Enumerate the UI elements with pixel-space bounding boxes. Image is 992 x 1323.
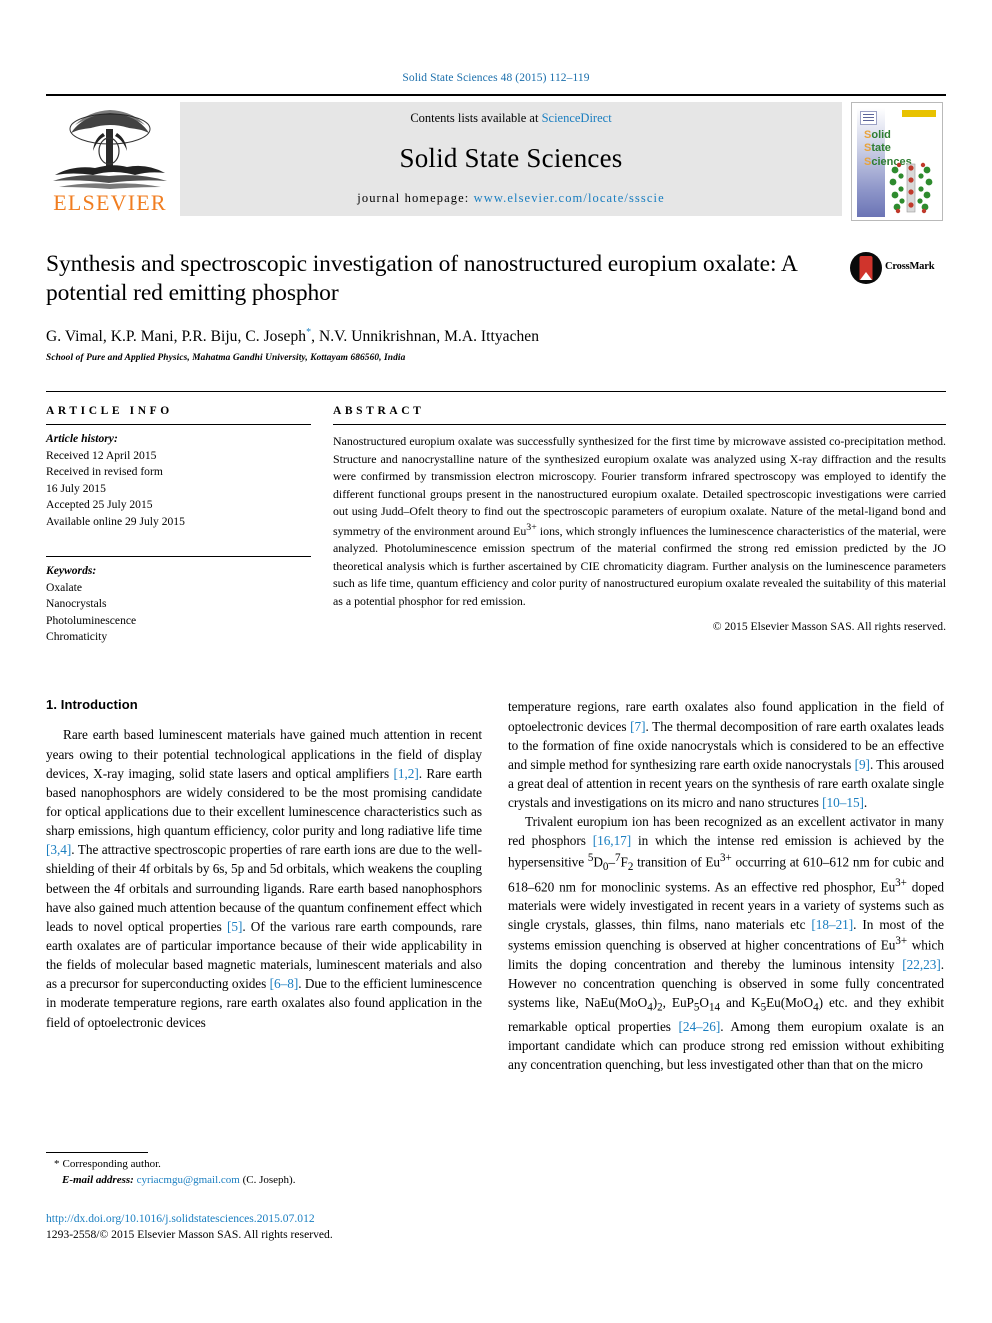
footnote-star: * <box>54 1158 60 1170</box>
citation-ref[interactable]: [3,4] <box>46 842 71 857</box>
intro-paragraph-right-2: Trivalent europium ion has been recogniz… <box>508 812 944 1074</box>
keywords-list: Keywords: Oxalate Nanocrystals Photolumi… <box>46 557 311 645</box>
body-column-right: . Due to the efficient luminescence in m… <box>508 697 944 1074</box>
email-label: E-mail address: <box>62 1173 134 1186</box>
article-history: Article history: Received 12 April 2015 … <box>46 425 311 530</box>
crossmark-label: CrossMark <box>885 261 935 272</box>
cover-title-line-2: State <box>864 142 891 155</box>
affiliation: School of Pure and Applied Physics, Maha… <box>46 353 406 364</box>
email-link[interactable]: cyriacmgu@gmail.com <box>137 1174 240 1186</box>
citation-ref[interactable]: [6–8] <box>270 976 299 991</box>
abstract-column: ABSTRACT Nanostructured europium oxalate… <box>333 392 946 645</box>
abstract-text: Nanostructured europium oxalate was succ… <box>333 425 946 610</box>
transition-d: D <box>593 854 603 869</box>
journal-cover-image: Solid State Sciences <box>851 102 943 221</box>
info-abstract-block: ARTICLE INFO Article history: Received 1… <box>46 391 946 645</box>
article-history-label: Article history: <box>46 432 118 446</box>
body-column-left: 1. Introduction Rare earth based lumines… <box>46 697 482 1074</box>
cover-yellow-tag <box>902 110 936 117</box>
elsevier-logo: ELSEVIER <box>46 102 174 216</box>
history-item: Received 12 April 2015 <box>46 448 157 462</box>
corresponding-author-label: Corresponding author. <box>62 1158 161 1170</box>
citation-ref[interactable]: [18–21] <box>811 917 853 932</box>
journal-title: Solid State Sciences <box>399 143 623 173</box>
intro-right-f: transition of Eu <box>633 854 721 869</box>
page-title: Synthesis and spectroscopic investigatio… <box>46 251 797 306</box>
author-list: G. Vimal, K.P. Mani, P.R. Biju, C. Josep… <box>46 327 838 346</box>
intro-right-c: . <box>863 795 868 811</box>
crossmark-icon <box>850 252 882 284</box>
keyword-item: Photoluminescence <box>46 613 137 627</box>
cover-crystal-structure-icon <box>889 162 933 214</box>
running-head: Solid State Sciences 48 (2015) 112–119 <box>402 72 590 84</box>
keyword-item: Oxalate <box>46 580 83 594</box>
formula-sub: 14 <box>708 1001 720 1014</box>
eu-charge-sup: 3+ <box>895 935 908 948</box>
intro-right-m: , EuP <box>662 995 694 1011</box>
footnote-rule <box>46 1152 148 1153</box>
doi-link[interactable]: http://dx.doi.org/10.1016/j.solidstatesc… <box>46 1211 506 1227</box>
article-page: Solid State Sciences 48 (2015) 112–119 E… <box>0 0 992 1323</box>
journal-masthead: ELSEVIER Contents lists available at Sci… <box>46 94 946 221</box>
intro-paragraph-left: Rare earth based luminescent materials h… <box>46 725 482 1031</box>
citation-ref[interactable]: [7] <box>630 719 645 734</box>
section-heading-introduction: 1. Introduction <box>46 697 138 713</box>
keyword-item: Chromaticity <box>46 630 108 643</box>
journal-homepage-line: journal homepage: www.elsevier.com/locat… <box>357 191 664 206</box>
history-item: Received in revised form <box>46 465 163 479</box>
cover-mini-swatch-icon <box>860 111 877 125</box>
homepage-url-link[interactable]: www.elsevier.com/locate/ssscie <box>474 191 665 205</box>
title-block: Synthesis and spectroscopic investigatio… <box>46 250 946 363</box>
abstract-superscript-1: 3+ <box>526 521 537 533</box>
journal-cover-column: Solid State Sciences <box>848 102 946 221</box>
email-line: E-mail address: cyriacmgu@gmail.com (C. … <box>46 1173 482 1189</box>
citation-ref[interactable]: [5] <box>227 919 242 934</box>
abstract-part-1: Nanostructured europium oxalate was succ… <box>333 434 946 538</box>
cover-title-line-1: Solid <box>864 129 891 141</box>
eu-charge-sup: 3+ <box>895 876 907 889</box>
keyword-item: Nanocrystals <box>46 597 107 611</box>
intro-right-n: O <box>699 995 709 1011</box>
citation-ref[interactable]: [10–15] <box>822 795 864 810</box>
authors-head: G. Vimal, K.P. Mani, P.R. Biju, C. Josep… <box>46 328 307 346</box>
authors-tail: , N.V. Unnikrishnan, M.A. Ittyachen <box>311 328 540 346</box>
doi-block: http://dx.doi.org/10.1016/j.solidstatesc… <box>46 1211 506 1242</box>
intro-right-p: Eu(MoO <box>766 995 814 1011</box>
crossmark-badge[interactable]: CrossMark <box>850 250 946 363</box>
intro-paragraph-right-1: . Due to the efficient luminescence in m… <box>508 697 944 812</box>
contents-available-line: Contents lists available at ScienceDirec… <box>410 111 611 126</box>
intro-right-o: and K <box>719 995 761 1011</box>
keywords-block: Keywords: Oxalate Nanocrystals Photolumi… <box>46 556 311 645</box>
issn-copyright-line: 1293-2558/© 2015 Elsevier Masson SAS. Al… <box>46 1227 333 1241</box>
article-info-column: ARTICLE INFO Article history: Received 1… <box>46 392 311 645</box>
corresponding-author-footnote: * Corresponding author. E-mail address: c… <box>46 1152 482 1189</box>
eu-charge-sup: 3+ <box>720 851 732 864</box>
citation-ref[interactable]: [24–26] <box>678 1019 720 1034</box>
body-two-column: 1. Introduction Rare earth based lumines… <box>46 697 946 1074</box>
article-info-heading: ARTICLE INFO <box>46 405 173 418</box>
elsevier-wordmark: ELSEVIER <box>53 190 167 215</box>
homepage-prefix: journal homepage: <box>357 191 474 205</box>
elsevier-tree-icon <box>53 110 167 189</box>
citation-ref[interactable]: [9] <box>855 757 870 772</box>
transition-f: F <box>620 854 628 869</box>
contents-prefix: Contents lists available at <box>410 111 542 125</box>
keywords-label: Keywords: <box>46 564 97 578</box>
citation-ref[interactable]: [22,23] <box>902 957 940 972</box>
sciencedirect-link[interactable]: ScienceDirect <box>542 111 612 125</box>
history-item: Accepted 25 July 2015 <box>46 498 153 512</box>
citation-ref[interactable]: [1,2] <box>393 766 418 781</box>
journal-band: Contents lists available at ScienceDirec… <box>180 102 842 216</box>
citation-ref[interactable]: [16,17] <box>593 833 631 848</box>
history-item: 16 July 2015 <box>46 481 106 495</box>
abstract-copyright: © 2015 Elsevier Masson SAS. All rights r… <box>712 620 946 634</box>
history-item: Available online 29 July 2015 <box>46 514 185 528</box>
email-owner: (C. Joseph). <box>242 1173 296 1186</box>
abstract-heading: ABSTRACT <box>333 405 425 418</box>
corresponding-author-line: * Corresponding author. <box>46 1157 482 1173</box>
